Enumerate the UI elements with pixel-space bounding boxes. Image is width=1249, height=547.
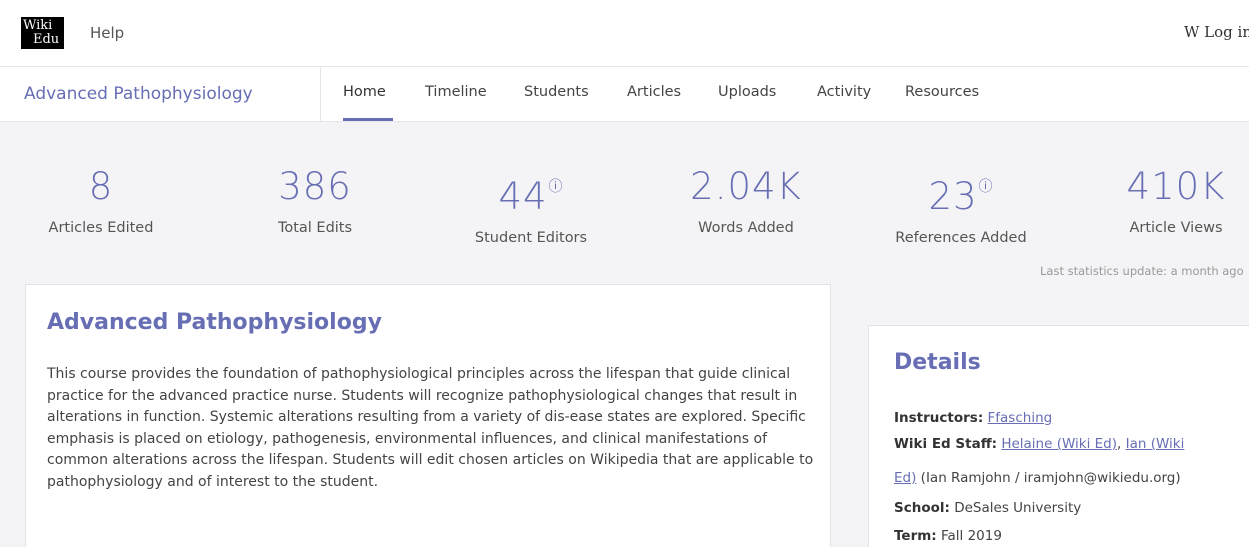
stat-value: 8 (88, 165, 114, 208)
info-icon[interactable]: ⓘ (549, 179, 564, 195)
stat-value: 410K (1126, 165, 1226, 208)
staff-contact: (Ian Ramjohn / iramjohn@wikiedu.org) (920, 470, 1181, 486)
logo-line2: Edu (33, 32, 60, 47)
stat-label: References Added (895, 230, 1027, 246)
instructors-label: Instructors: (894, 410, 984, 426)
course-nav: Advanced Pathophysiology Home Timeline S… (0, 67, 1249, 122)
wiki-edu-logo[interactable]: Wiki Edu (21, 17, 64, 49)
staff-label: Wiki Ed Staff: (894, 436, 998, 452)
login-link[interactable]: W Log in (1184, 23, 1249, 41)
stat-label: Articles Edited (48, 220, 154, 236)
stat-label: Total Edits (277, 220, 353, 236)
description-text: This course provides the foundation of p… (47, 366, 814, 490)
stat-value: 2.04K (690, 165, 802, 208)
logo-line1: Wiki (23, 18, 53, 33)
stat-article-views: 410K Article Views (1076, 165, 1249, 236)
stat-articles-edited: 8 Articles Edited (1, 165, 201, 236)
details-title: Details (894, 350, 981, 375)
staff-contact-row: Ed) (Ian Ramjohn / iramjohn@wikiedu.org) (894, 470, 1181, 486)
staff-link-ian-cont[interactable]: Ed) (894, 470, 916, 486)
staff-link-ian[interactable]: Ian (Wiki (1126, 436, 1185, 452)
stat-value: 23ⓘ (928, 175, 994, 218)
stat-total-edits: 386 Total Edits (215, 165, 415, 236)
help-link[interactable]: Help (90, 24, 124, 42)
tab-timeline[interactable]: Timeline (425, 84, 487, 100)
stat-references-added: 23ⓘ References Added (861, 165, 1061, 246)
stat-value: 44ⓘ (498, 175, 564, 218)
school-value: DeSales University (954, 500, 1082, 516)
tab-resources[interactable]: Resources (905, 84, 979, 100)
details-card: Details Instructors: Ffasching Wiki Ed S… (868, 325, 1249, 547)
stat-label: Student Editors (474, 230, 588, 246)
description-title: Advanced Pathophysiology (47, 310, 382, 335)
tab-home[interactable]: Home (343, 84, 386, 100)
term-row: Term: Fall 2019 (894, 528, 1002, 544)
term-value: Fall 2019 (941, 528, 1002, 544)
staff-link-helaine[interactable]: Helaine (Wiki Ed) (1001, 436, 1117, 452)
nav-divider (320, 67, 321, 122)
instructor-link[interactable]: Ffasching (988, 410, 1053, 426)
info-icon[interactable]: ⓘ (979, 179, 994, 195)
course-title[interactable]: Advanced Pathophysiology (24, 84, 253, 104)
school-row: School: DeSales University (894, 500, 1081, 516)
staff-row: Wiki Ed Staff: Helaine (Wiki Ed), Ian (W… (894, 436, 1184, 452)
tab-activity[interactable]: Activity (817, 84, 871, 100)
top-bar: Wiki Edu Help W Log in (0, 0, 1249, 67)
tab-uploads[interactable]: Uploads (718, 84, 776, 100)
tab-articles[interactable]: Articles (627, 84, 681, 100)
stat-words-added: 2.04K Words Added (646, 165, 846, 236)
tab-students[interactable]: Students (524, 84, 589, 100)
active-tab-indicator (343, 118, 393, 121)
stat-value: 386 (278, 165, 352, 208)
school-label: School: (894, 500, 950, 516)
stat-label: Words Added (698, 220, 794, 236)
course-description-card: Advanced Pathophysiology This course pro… (25, 284, 831, 547)
stat-label: Article Views (1129, 220, 1223, 236)
stat-student-editors: 44ⓘ Student Editors (431, 165, 631, 246)
term-label: Term: (894, 528, 937, 544)
instructors-row: Instructors: Ffasching (894, 410, 1052, 426)
last-update-note: Last statistics update: a month ago (1040, 264, 1244, 278)
staff-separator: , (1117, 436, 1122, 452)
